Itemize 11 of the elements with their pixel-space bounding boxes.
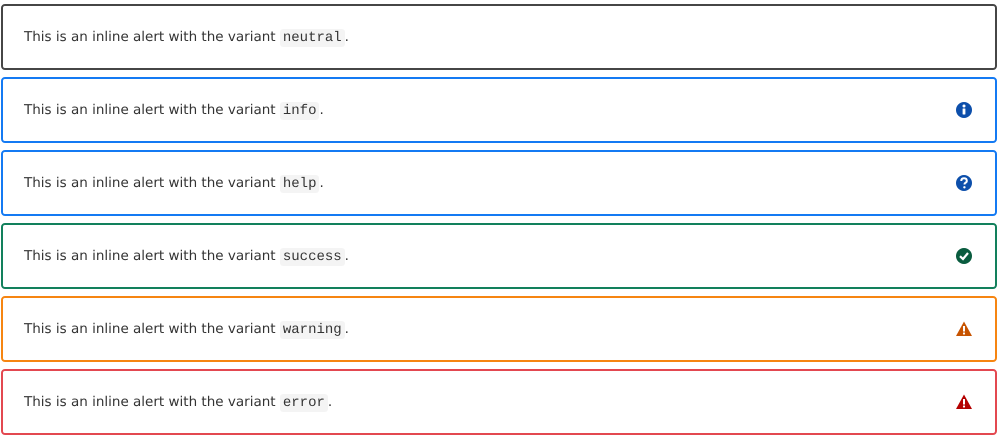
help-icon bbox=[955, 174, 973, 192]
alert-message: This is an inline alert with the variant info . bbox=[24, 102, 324, 118]
alert-message: This is an inline alert with the variant neutral . bbox=[24, 28, 349, 46]
alert-message: This is an inline alert with the variant error . bbox=[24, 394, 332, 410]
alert-message: This is an inline alert with the variant warning . bbox=[24, 320, 349, 338]
info-icon bbox=[955, 101, 973, 119]
alert-message: This is an inline alert with the variant success . bbox=[24, 248, 349, 264]
alert-icon bbox=[955, 393, 973, 411]
checkmark-icon bbox=[955, 247, 973, 265]
alert-message: This is an inline alert with the variant help . bbox=[24, 174, 324, 192]
alert-icon bbox=[955, 320, 973, 338]
